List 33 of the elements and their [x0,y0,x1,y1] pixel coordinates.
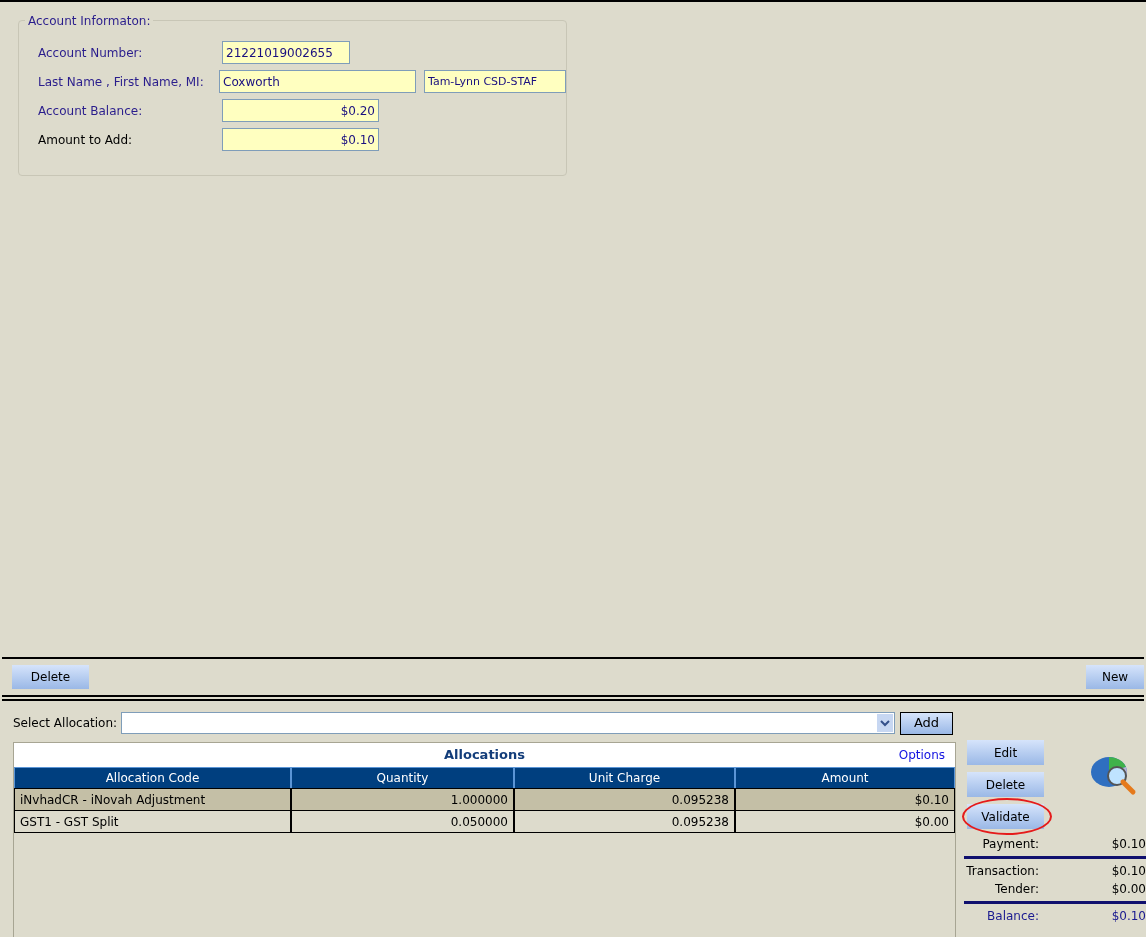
summary-value: $0.00 [1110,881,1146,898]
table-cell: $0.00 [735,810,955,833]
field-label: Last Name , First Name, MI: [38,73,205,91]
allocation-dropdown[interactable] [121,712,895,734]
text-field[interactable]: Coxworth [219,70,416,93]
table-cell: GST1 - GST Split [14,810,291,833]
new-button[interactable]: New [1086,665,1144,689]
field-label: Amount to Add: [38,131,134,149]
summary-label: Balance: [986,908,1039,925]
options-link[interactable]: Options [898,746,945,764]
field-label: Account Number: [38,44,144,62]
action-button[interactable]: Edit [967,740,1044,765]
delete-button[interactable]: Delete [12,665,89,689]
field-label: Account Balance: [38,102,144,120]
summary-label: Tender: [993,881,1039,898]
table-row[interactable]: iNvhadCR - iNovah Adjustment 1.000000 0.095238 $0.10 [14,789,955,811]
table-cell: 0.050000 [291,810,514,833]
action-button[interactable]: Validate [967,804,1044,829]
summary-value: $0.10 [1110,908,1146,925]
summary-label: Payment: [981,836,1039,853]
summary-value: $0.10 [1110,863,1146,880]
text-field[interactable]: $0.10 [222,128,379,151]
table-row[interactable]: GST1 - GST Split 0.050000 0.095238 $0.00 [14,811,955,833]
summary-value: $0.10 [1110,836,1146,853]
table-title: Allocations [444,746,525,765]
add-button[interactable]: Add [900,711,953,735]
text-field[interactable]: Tam-Lynn CSD-STAF [424,70,566,93]
select-allocation-label: Select Allocation: [13,715,119,732]
action-button[interactable]: Delete [967,772,1044,797]
text-field[interactable]: $0.20 [222,99,379,122]
table-cell: 0.095238 [514,810,735,833]
summary-label: Transaction: [965,863,1039,880]
text-field[interactable]: 21221019002655 [222,41,350,64]
